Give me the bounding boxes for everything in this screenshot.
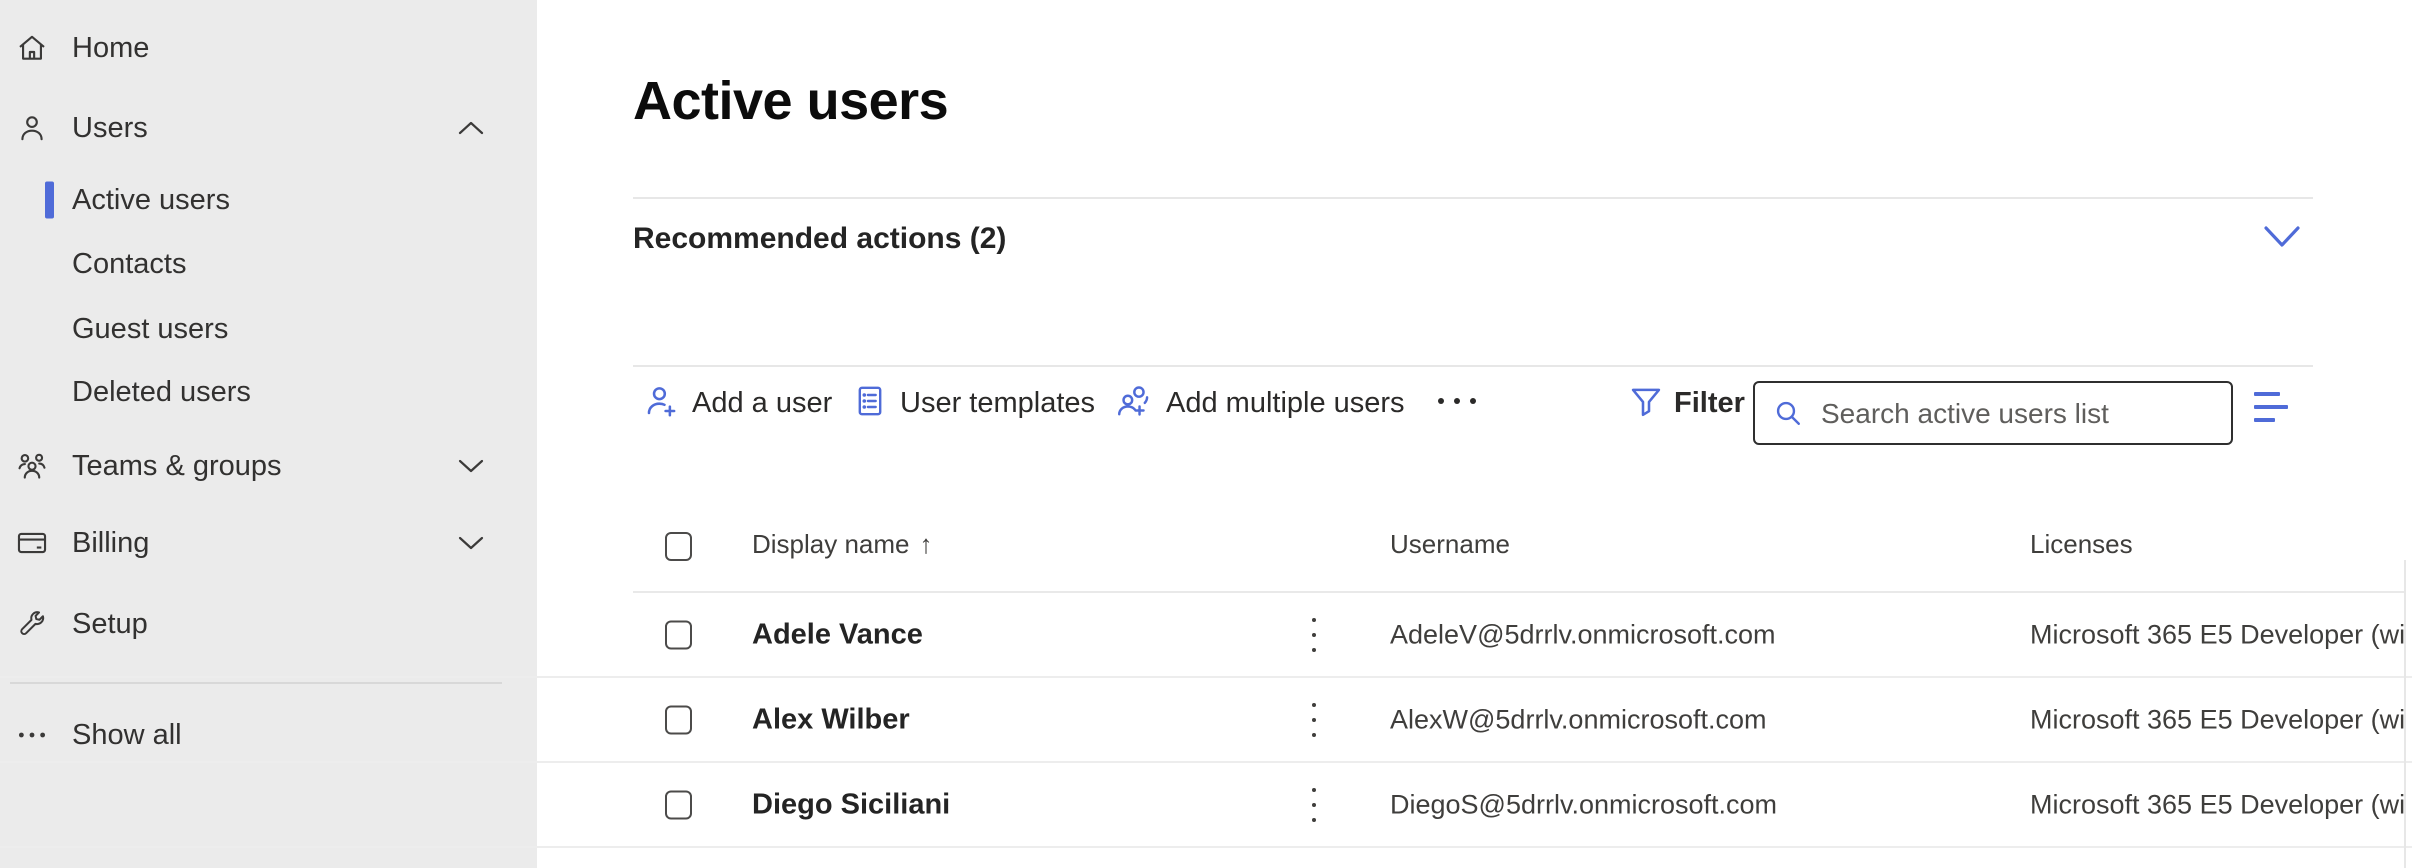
chevron-down-icon[interactable] [457,458,485,474]
sidebar-item-guest-users[interactable]: Guest users [0,297,537,361]
filter-label: Filter [1674,387,1745,420]
user-licenses: Microsoft 365 E5 Developer (withou [2030,704,2404,735]
user-username: AdeleV@5drrlv.onmicrosoft.com [1390,619,1776,650]
filter-lines-icon[interactable] [2254,392,2290,424]
people-icon [8,449,56,483]
user-licenses: Microsoft 365 E5 Developer (withou [2030,789,2404,820]
sidebar-item-label: Contacts [72,248,186,281]
user-display-name[interactable]: Alex Wilber [752,703,910,736]
page-title: Active users [633,70,948,132]
search-icon [1771,396,1805,430]
table-row: Alex Wilber AlexW@5drrlv.onmicrosoft.com… [0,678,2412,763]
select-all-checkbox[interactable] [665,532,692,561]
person-icon [8,112,56,144]
filter-funnel-icon [1628,382,1664,425]
person-add-icon [642,382,680,425]
row-more-icon[interactable] [1312,703,1316,737]
credit-card-icon [8,526,56,560]
more-actions-button[interactable] [1438,398,1476,404]
sidebar-item-teams-groups[interactable]: Teams & groups [0,426,537,506]
user-username: DiegoS@5drrlv.onmicrosoft.com [1390,789,1777,820]
user-licenses: Microsoft 365 E5 Developer (withou [2030,619,2404,650]
sidebar-item-label: Billing [72,527,149,560]
people-add-icon [1114,382,1154,425]
filter-button[interactable]: Filter [1628,370,1745,436]
column-header-username[interactable]: Username [1390,529,1510,560]
recommended-actions-header[interactable]: Recommended actions (2) [633,222,1006,256]
add-multiple-users-label: Add multiple users [1166,387,1405,420]
add-multiple-users-button[interactable]: Add multiple users [1114,370,1405,436]
table-row: Diego Siciliani DiegoS@5drrlv.onmicrosof… [0,763,2412,848]
add-user-label: Add a user [692,387,832,420]
section-divider [633,197,2313,199]
table-row: Adele Vance AdeleV@5drrlv.onmicrosoft.co… [0,593,2412,678]
section-divider [633,365,2313,367]
sort-ascending-icon: ↑ [920,529,933,559]
chevron-down-icon[interactable] [2262,224,2302,255]
row-checkbox[interactable] [665,790,692,819]
search-box [1753,381,2233,445]
search-input[interactable] [1819,383,2227,445]
sidebar-item-home[interactable]: Home [0,8,537,88]
active-users-page: Home Users Active users Contacts Guest [0,0,2412,868]
sidebar-item-users[interactable]: Users [0,88,537,168]
column-header-display-name[interactable]: Display name↑ [752,529,933,560]
home-icon [8,32,56,64]
sidebar-item-deleted-users[interactable]: Deleted users [0,360,537,424]
sidebar-item-label: Guest users [72,313,228,346]
user-username: AlexW@5drrlv.onmicrosoft.com [1390,704,1766,735]
column-header-licenses[interactable]: Licenses [2030,529,2133,560]
more-icon [1438,398,1444,404]
sidebar-item-billing[interactable]: Billing [0,503,537,583]
user-templates-button[interactable]: User templates [852,370,1095,436]
selected-indicator [45,182,54,219]
template-list-icon [852,383,888,424]
user-display-name[interactable]: Diego Siciliani [752,788,950,821]
sidebar-item-label: Active users [72,184,230,217]
user-templates-label: User templates [900,387,1095,420]
row-checkbox[interactable] [665,620,692,649]
row-checkbox[interactable] [665,705,692,734]
list-edge-divider [2404,560,2406,868]
sidebar-item-label: Teams & groups [72,450,282,483]
row-more-icon[interactable] [1312,618,1316,652]
sidebar-item-label: Home [72,32,149,65]
sidebar-item-active-users[interactable]: Active users [0,168,537,232]
user-display-name[interactable]: Adele Vance [752,618,923,651]
sidebar-item-label: Users [72,112,148,145]
add-user-button[interactable]: Add a user [642,370,832,436]
chevron-down-icon[interactable] [457,535,485,551]
chevron-up-icon[interactable] [457,120,485,136]
sidebar-item-contacts[interactable]: Contacts [0,232,537,296]
user-table: Adele Vance AdeleV@5drrlv.onmicrosoft.co… [0,593,2412,848]
row-more-icon[interactable] [1312,788,1316,822]
sidebar-item-label: Deleted users [72,376,251,409]
